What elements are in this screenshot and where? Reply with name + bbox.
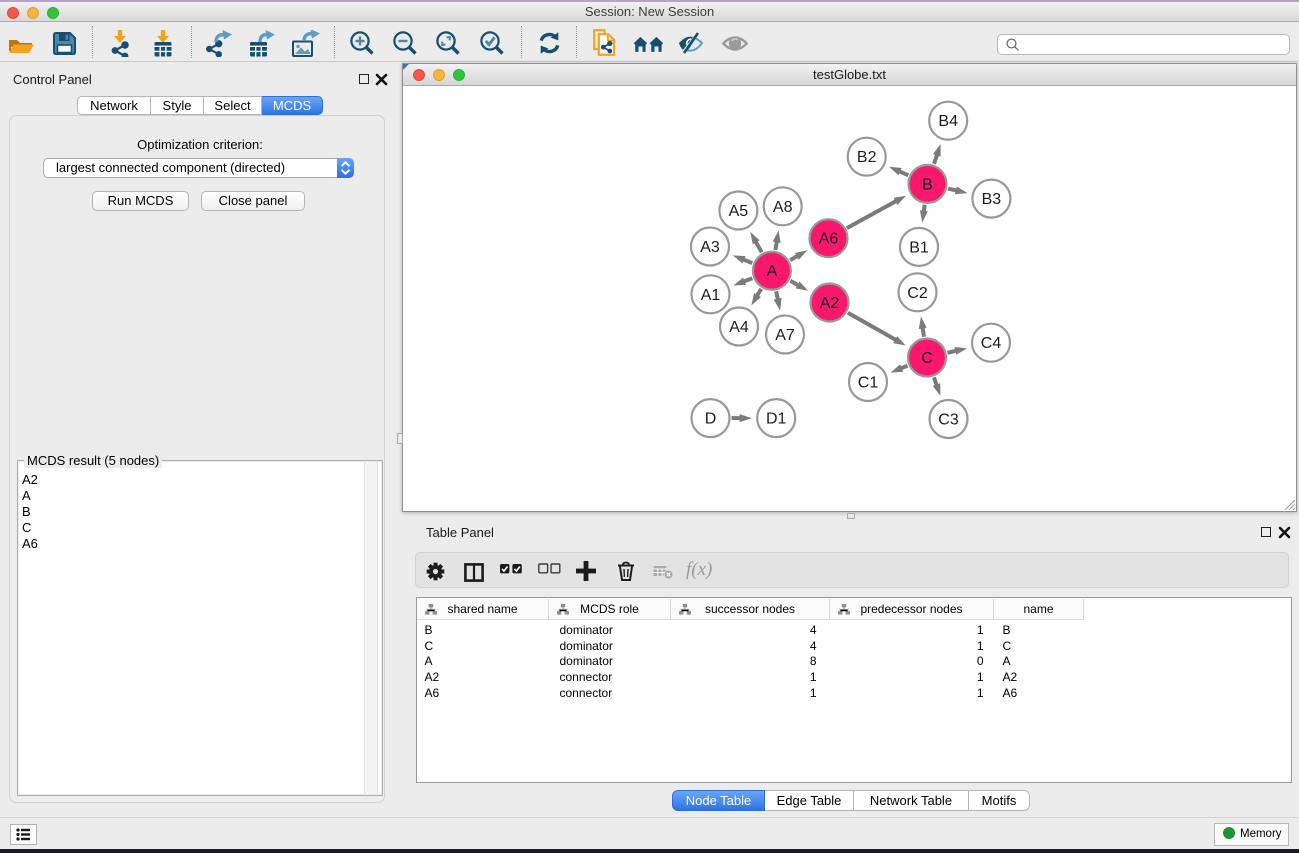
svg-text:B4: B4: [938, 113, 958, 130]
svg-text:A6: A6: [819, 231, 839, 248]
svg-text:C1: C1: [858, 375, 879, 392]
svg-text:A8: A8: [773, 199, 793, 216]
svg-text:A5: A5: [729, 203, 749, 220]
svg-text:A7: A7: [775, 327, 795, 344]
svg-text:B1: B1: [909, 239, 929, 256]
svg-text:A2: A2: [820, 295, 840, 312]
svg-text:B2: B2: [857, 149, 877, 166]
svg-text:C2: C2: [907, 285, 928, 302]
svg-text:C3: C3: [938, 412, 959, 429]
svg-text:D: D: [705, 411, 717, 428]
svg-text:A4: A4: [729, 319, 749, 336]
svg-text:C4: C4: [981, 335, 1002, 352]
svg-text:A1: A1: [701, 287, 721, 304]
svg-text:B3: B3: [982, 191, 1002, 208]
svg-text:C: C: [921, 350, 933, 367]
svg-text:D1: D1: [766, 411, 787, 428]
svg-text:A: A: [767, 263, 778, 280]
svg-text:B: B: [922, 176, 933, 193]
svg-text:A3: A3: [700, 239, 720, 256]
